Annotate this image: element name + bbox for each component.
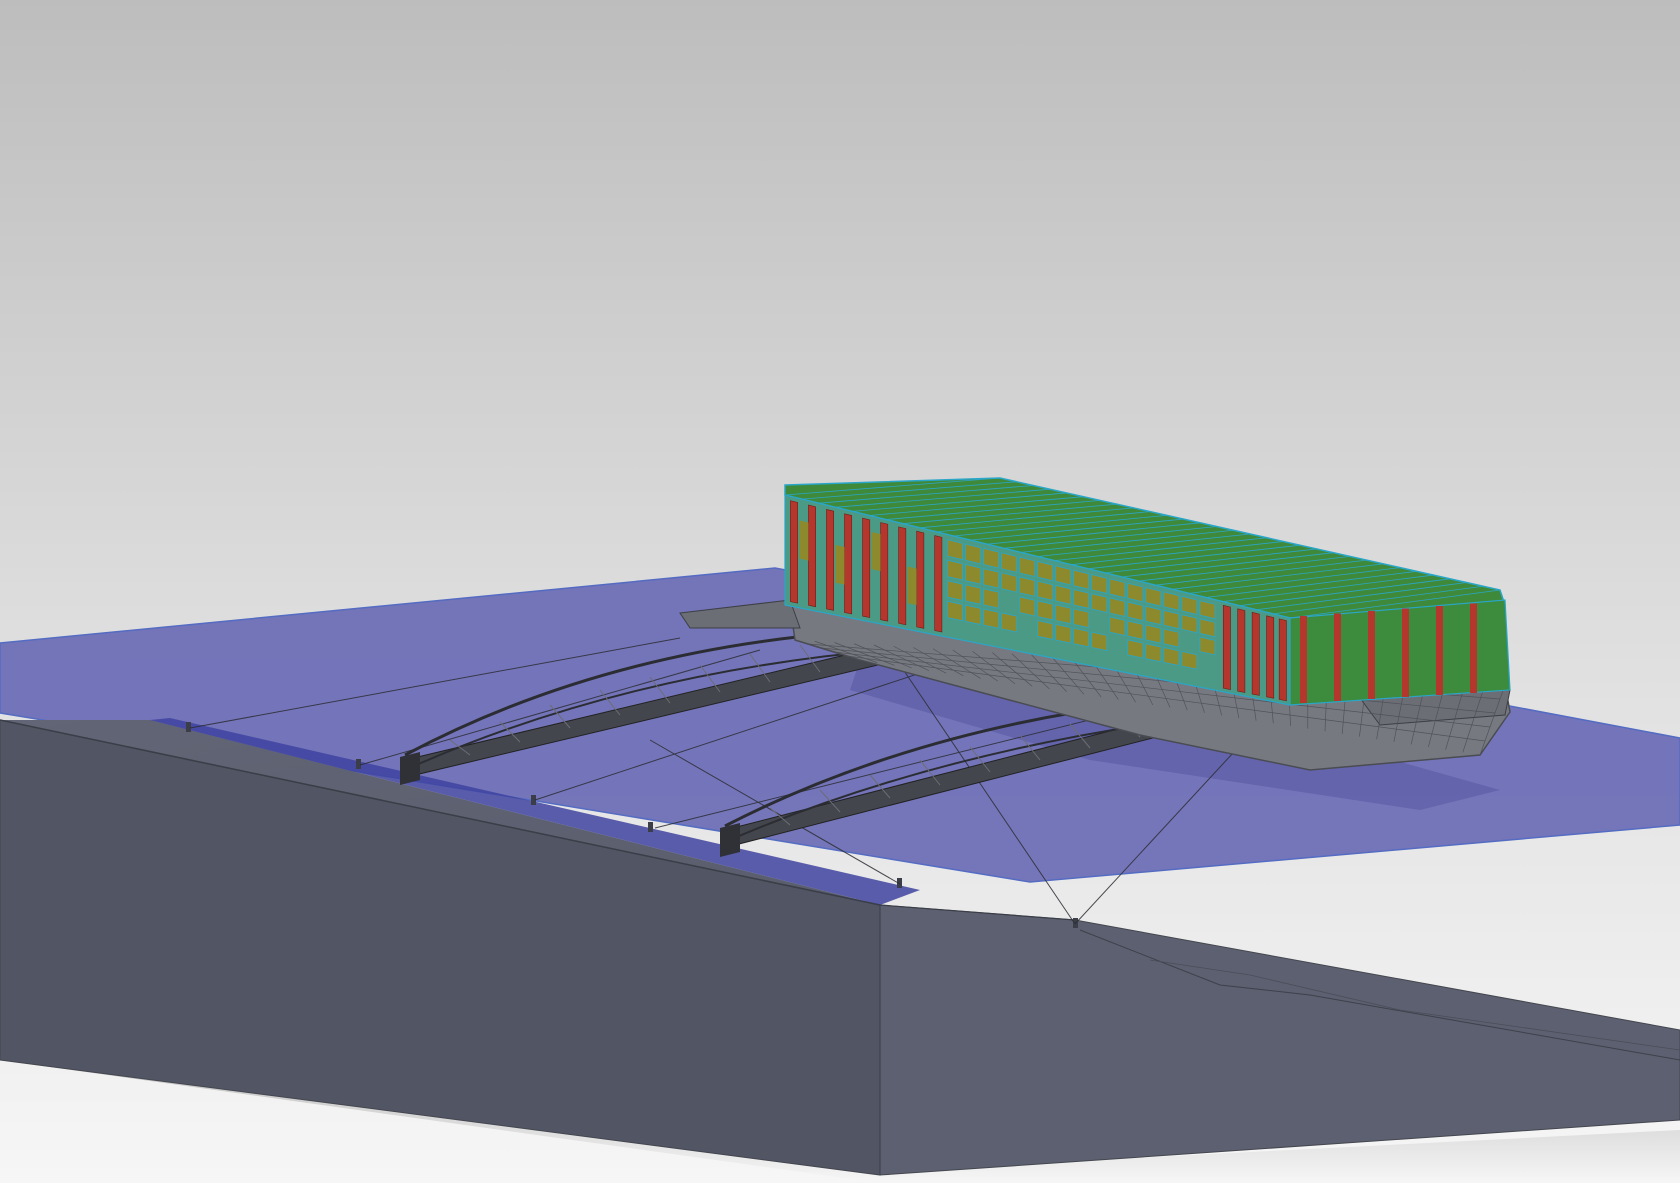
scene-canvas[interactable] [0, 0, 1680, 1183]
3d-model-viewport[interactable] [0, 0, 1680, 1183]
